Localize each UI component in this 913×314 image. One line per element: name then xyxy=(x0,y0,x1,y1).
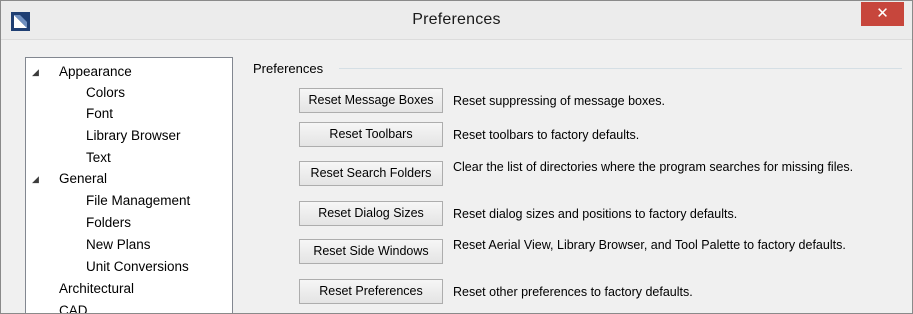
tree-item-architectural[interactable]: Architectural xyxy=(59,279,134,299)
close-button[interactable]: ✕ xyxy=(861,2,904,26)
tree-item-library-browser[interactable]: Library Browser xyxy=(86,126,181,146)
tree-item-general[interactable]: ◢ General xyxy=(26,169,232,189)
tree-item-font[interactable]: Font xyxy=(86,104,113,124)
window-title: Preferences xyxy=(412,11,501,28)
tree-item-colors[interactable]: Colors xyxy=(86,83,125,103)
expanded-arrow-icon[interactable]: ◢ xyxy=(32,169,44,189)
group-divider xyxy=(339,68,902,69)
tree-item-new-plans[interactable]: New Plans xyxy=(86,235,151,255)
reset-toolbars-button[interactable]: Reset Toolbars xyxy=(299,122,443,147)
preferences-dialog: Preferences ✕ ◢ Appearance Colors Font L… xyxy=(0,0,913,314)
reset-message-boxes-description: Reset suppressing of message boxes. xyxy=(453,94,665,108)
expanded-arrow-icon[interactable]: ◢ xyxy=(32,62,44,82)
reset-message-boxes-button[interactable]: Reset Message Boxes xyxy=(299,88,443,113)
reset-dialog-sizes-button[interactable]: Reset Dialog Sizes xyxy=(299,201,443,226)
tree-item-label: General xyxy=(59,171,108,186)
tree-item-file-management[interactable]: File Management xyxy=(86,191,190,211)
reset-search-folders-description: Clear the list of directories where the … xyxy=(453,160,854,174)
title-bar[interactable]: Preferences ✕ xyxy=(1,1,912,40)
reset-search-folders-button[interactable]: Reset Search Folders xyxy=(299,161,443,186)
reset-preferences-description: Reset other preferences to factory defau… xyxy=(453,285,693,299)
tree-item-label: Appearance xyxy=(59,64,132,79)
reset-side-windows-button[interactable]: Reset Side Windows xyxy=(299,239,443,264)
tree-item-unit-conversions[interactable]: Unit Conversions xyxy=(86,257,189,277)
tree-item-text[interactable]: Text xyxy=(86,148,111,168)
category-tree[interactable]: ◢ Appearance Colors Font Library Browser… xyxy=(25,57,233,313)
tree-item-cad[interactable]: CAD xyxy=(59,301,88,313)
tree-item-appearance[interactable]: ◢ Appearance xyxy=(26,62,232,82)
reset-side-windows-description: Reset Aerial View, Library Browser, and … xyxy=(453,238,846,252)
reset-toolbars-description: Reset toolbars to factory defaults. xyxy=(453,128,640,142)
reset-dialog-sizes-description: Reset dialog sizes and positions to fact… xyxy=(453,207,738,221)
reset-preferences-button[interactable]: Reset Preferences xyxy=(299,279,443,304)
tree-item-folders[interactable]: Folders xyxy=(86,213,131,233)
preferences-group-label: Preferences xyxy=(253,61,324,76)
